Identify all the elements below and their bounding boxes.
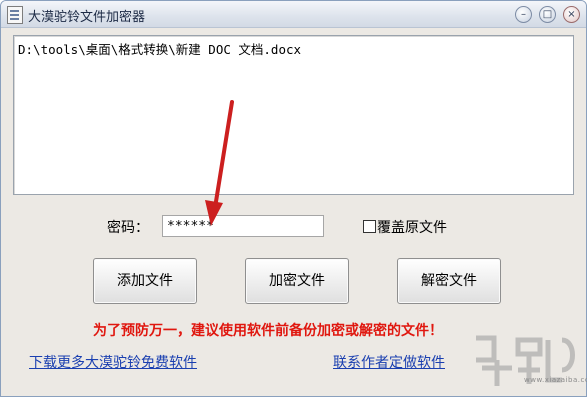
encrypt-file-button[interactable]: 加密文件: [245, 258, 349, 304]
title-bar[interactable]: 大漠驼铃文件加密器 – □ ×: [1, 1, 586, 28]
password-label: 密码：: [107, 220, 149, 236]
file-list-item[interactable]: D:\tools\桌面\格式转换\新建 DOC 文档.docx: [18, 39, 301, 58]
overwrite-original-label[interactable]: 覆盖原文件: [377, 217, 447, 237]
watermark-text: www.xiazaiba.com: [524, 376, 587, 384]
add-file-button[interactable]: 添加文件: [93, 258, 197, 304]
overwrite-original-checkbox[interactable]: [363, 220, 376, 233]
backup-warning-text: 为了预防万一，建议使用软件前备份加密或解密的文件！: [93, 323, 443, 339]
contact-author-link[interactable]: 联系作者定做软件: [333, 352, 445, 372]
decrypt-file-button[interactable]: 解密文件: [397, 258, 501, 304]
file-list[interactable]: D:\tools\桌面\格式转换\新建 DOC 文档.docx: [13, 35, 574, 195]
close-icon[interactable]: ×: [563, 6, 580, 23]
watermark-logo: [476, 335, 575, 386]
download-more-link[interactable]: 下载更多大漠驼铃免费软件: [29, 352, 197, 372]
minimize-icon[interactable]: –: [515, 6, 532, 23]
window-title: 大漠驼铃文件加密器: [28, 10, 146, 25]
app-icon: [7, 6, 23, 24]
password-input[interactable]: [162, 215, 324, 237]
maximize-icon[interactable]: □: [539, 6, 556, 23]
